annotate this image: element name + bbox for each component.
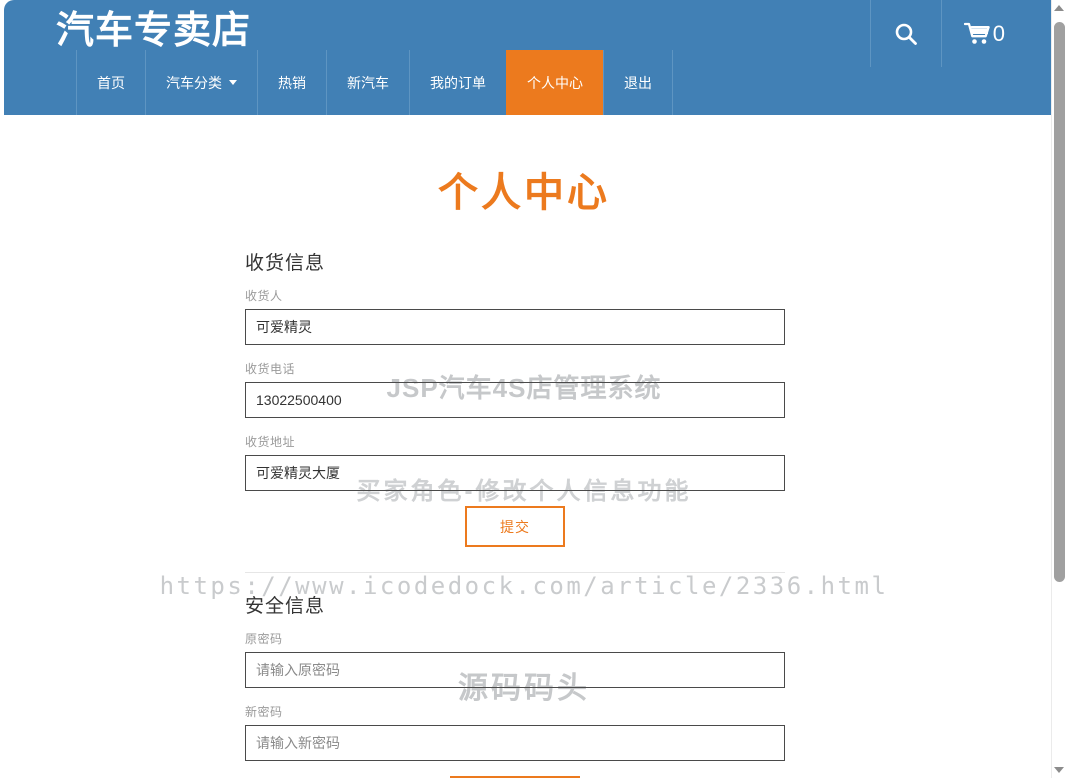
- scrollbar-down-arrow[interactable]: [1052, 762, 1066, 778]
- new-password-input[interactable]: [245, 725, 785, 761]
- label-recipient-name: 收货人: [245, 289, 283, 303]
- nav-label: 汽车分类: [166, 74, 222, 91]
- search-button[interactable]: [869, 0, 941, 67]
- nav-label: 我的订单: [430, 74, 486, 91]
- triangle-down-icon: [1054, 767, 1064, 773]
- triangle-up-icon: [1054, 5, 1064, 11]
- nav-item-personal-center[interactable]: 个人中心: [506, 50, 603, 115]
- shipping-submit-button[interactable]: 提交: [465, 506, 565, 547]
- main-navigation: 首页 汽车分类 热销 新汽车 我的订单 个人中心 退出: [76, 50, 673, 115]
- page-viewport: 汽车专卖店 首页 汽车分类 热销 新汽车 我的订单 个人中心 退出 0 JSP汽…: [0, 0, 1051, 778]
- shopping-cart-icon: [963, 22, 990, 44]
- label-new-password: 新密码: [245, 705, 283, 719]
- security-section-title: 安全信息: [245, 596, 326, 617]
- nav-label: 热销: [278, 74, 306, 91]
- cart-button[interactable]: 0: [940, 0, 1027, 67]
- old-password-input[interactable]: [245, 652, 785, 688]
- chevron-down-icon: [229, 80, 237, 85]
- browser-page: 汽车专卖店 首页 汽车分类 热销 新汽车 我的订单 个人中心 退出 0 JSP汽…: [0, 0, 1066, 778]
- shipping-section-title: 收货信息: [245, 253, 326, 274]
- section-divider: [245, 572, 785, 573]
- nav-item-car-categories[interactable]: 汽车分类: [145, 50, 257, 115]
- nav-label: 退出: [624, 74, 652, 91]
- label-recipient-phone: 收货电话: [245, 362, 296, 376]
- profile-form-panel: 收货信息 收货人 收货电话 收货地址 提交 安全信息 原密码 新密码: [245, 248, 790, 778]
- shipping-submit-row: 提交: [245, 506, 785, 547]
- scrollbar-up-arrow[interactable]: [1052, 0, 1066, 16]
- recipient-phone-input[interactable]: [245, 382, 785, 418]
- header-tools: 0: [869, 0, 1027, 115]
- nav-item-new-cars[interactable]: 新汽车: [326, 50, 409, 115]
- page-content: JSP汽车4S店管理系统 买家角色-修改个人信息功能 https://www.i…: [4, 115, 1051, 778]
- site-header: 汽车专卖店 首页 汽车分类 热销 新汽车 我的订单 个人中心 退出 0: [4, 0, 1051, 115]
- site-brand-title[interactable]: 汽车专卖店: [56, 6, 251, 56]
- nav-item-my-orders[interactable]: 我的订单: [409, 50, 506, 115]
- nav-item-hot-sales[interactable]: 热销: [257, 50, 326, 115]
- nav-label: 首页: [97, 74, 125, 91]
- page-title: 个人中心: [438, 171, 610, 215]
- nav-item-logout[interactable]: 退出: [603, 50, 673, 115]
- vertical-scrollbar[interactable]: [1051, 0, 1066, 778]
- label-recipient-address: 收货地址: [245, 435, 296, 449]
- nav-item-home[interactable]: 首页: [76, 50, 145, 115]
- cart-count-badge: 0: [992, 20, 1005, 46]
- scrollbar-thumb[interactable]: [1054, 22, 1065, 582]
- search-icon: [895, 23, 917, 45]
- recipient-address-input[interactable]: [245, 455, 785, 491]
- recipient-name-input[interactable]: [245, 309, 785, 345]
- label-old-password: 原密码: [245, 632, 283, 646]
- nav-label: 个人中心: [527, 74, 583, 91]
- nav-label: 新汽车: [347, 74, 389, 91]
